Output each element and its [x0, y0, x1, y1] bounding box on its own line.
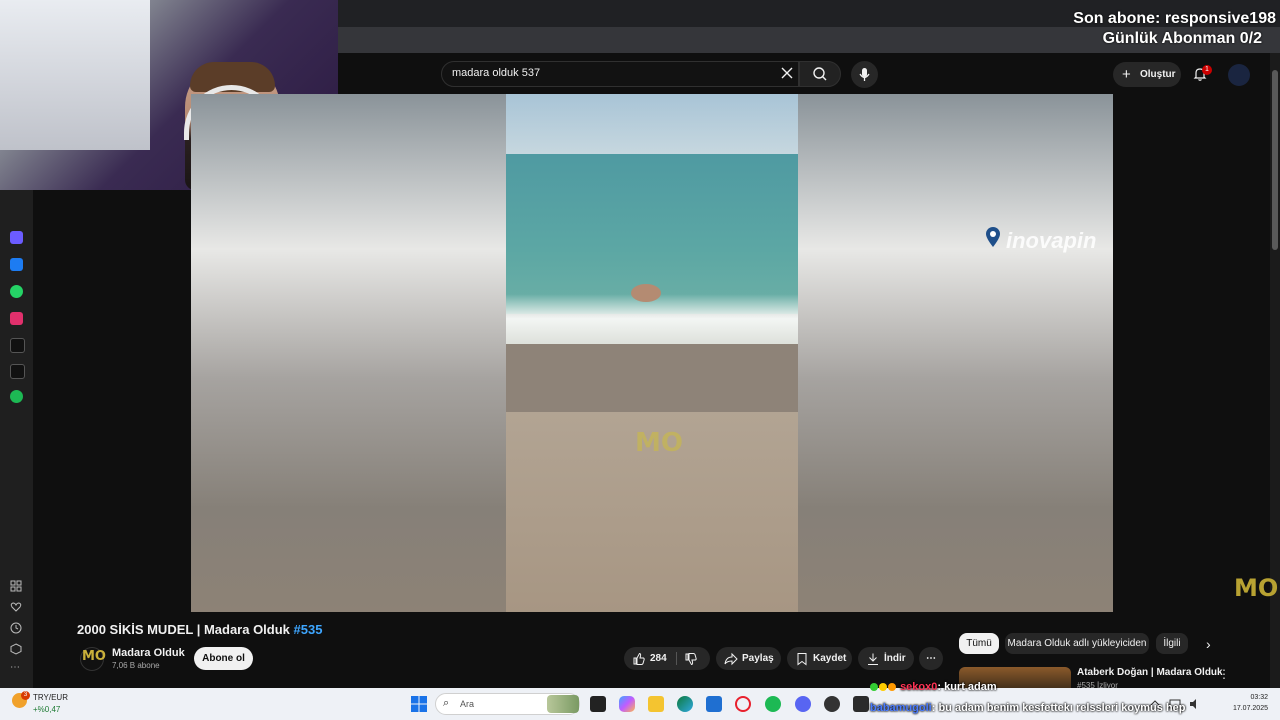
more-horizontal-icon: ⋯ [926, 653, 936, 664]
share-icon [724, 652, 738, 666]
download-button[interactable]: İndir [858, 647, 914, 670]
inovapin-watermark: inovapin [1006, 228, 1097, 253]
channel-logo-watermark: MO [1234, 574, 1279, 602]
copilot-icon[interactable] [10, 231, 23, 244]
opera-icon[interactable] [735, 696, 751, 712]
share-label: Paylaş [742, 653, 774, 664]
video-blur-left [191, 94, 506, 612]
voice-search-button[interactable] [851, 61, 878, 88]
chat-text: : bu adam benim kesfettekı relssleri koy… [931, 702, 1186, 714]
video-wet-sand [506, 344, 798, 414]
save-button[interactable]: Kaydet [787, 647, 852, 670]
video-hashtag[interactable]: #535 [294, 622, 323, 637]
thumbs-down-icon[interactable] [684, 652, 698, 666]
like-dislike-group: 284 [624, 647, 710, 670]
store-icon[interactable] [706, 696, 722, 712]
badge-icon [870, 683, 878, 692]
chip-related[interactable]: İlgili [1156, 633, 1188, 654]
edge-icon[interactable] [677, 696, 693, 712]
chip-from-channel[interactable]: Madara Olduk adlı yükleyiciden [1005, 633, 1149, 654]
video-title-text: 2000 SİKİS MUDEL | Madara Olduk [77, 622, 294, 637]
discord-icon[interactable] [795, 696, 811, 712]
video-frame[interactable] [506, 94, 798, 612]
apps-grid-icon[interactable] [10, 580, 22, 592]
search-icon: ⌕ [443, 697, 450, 709]
search-button[interactable] [799, 61, 841, 87]
chat-text: : kurt adam [937, 681, 997, 693]
chat-message: babamugoli: bu adam benim kesfettekı rel… [870, 702, 1185, 714]
chat-username: babamugoli [870, 702, 932, 714]
chat-message: sekox0: kurt adam [870, 681, 997, 693]
search-icon [813, 67, 827, 81]
spotify-icon[interactable] [10, 390, 23, 403]
badge-icon [879, 683, 887, 692]
task-view-icon[interactable] [590, 696, 606, 712]
search-highlight-icon[interactable] [547, 695, 579, 713]
close-icon[interactable] [779, 65, 795, 81]
share-button[interactable]: Paylaş [716, 647, 781, 670]
more-icon[interactable]: ⋯ [10, 663, 22, 676]
search-query[interactable]: madara olduk 537 [452, 67, 540, 79]
account-avatar[interactable] [1228, 64, 1250, 86]
windows-start-icon[interactable] [411, 696, 427, 712]
microphone-icon [859, 68, 870, 81]
more-actions-button[interactable]: ⋯ [919, 647, 943, 670]
whatsapp-icon[interactable] [10, 285, 23, 298]
taskbar-search-placeholder: Ara [460, 699, 475, 709]
spotify-taskbar-icon[interactable] [765, 696, 781, 712]
tiktok-icon[interactable] [10, 338, 25, 353]
like-count[interactable]: 284 [650, 647, 667, 670]
download-icon [868, 653, 878, 665]
create-button-label: Oluştur [1140, 69, 1176, 80]
copilot-taskbar-icon[interactable] [619, 696, 635, 712]
daily-subscriber-text: Günlük Abonman 0/2 [1102, 30, 1262, 47]
chip-all[interactable]: Tümü [959, 633, 999, 654]
channel-subscriber-count: 7,06 B abone [112, 661, 160, 670]
steam-icon[interactable] [824, 696, 840, 712]
clock-time[interactable]: 03:32 [1232, 694, 1268, 701]
channel-avatar-logo: MO [82, 649, 106, 664]
video-swimmer [631, 284, 661, 302]
video-blur-right [798, 94, 1113, 612]
heart-icon[interactable] [10, 601, 22, 613]
clock-date[interactable]: 17.07.2025 [1226, 705, 1268, 712]
crown-icon [888, 683, 896, 692]
channel-name[interactable]: Madara Olduk [112, 647, 185, 659]
package-icon[interactable] [10, 643, 22, 655]
divider [676, 652, 677, 665]
notification-badge: 1 [1202, 65, 1212, 75]
video-title: 2000 SİKİS MUDEL | Madara Olduk #535 [77, 622, 322, 637]
chat-username: sekox0 [900, 681, 938, 693]
recommended-title[interactable]: Ataberk Doğan | Madara Olduk [1077, 667, 1223, 678]
video-logo-watermark: MO [635, 428, 683, 458]
file-explorer-icon[interactable] [648, 696, 664, 712]
x-icon[interactable] [10, 364, 25, 379]
media-app-icon[interactable] [853, 696, 869, 712]
subscribe-button[interactable]: Abone ol [194, 647, 253, 670]
scrollbar-thumb[interactable] [1272, 70, 1278, 250]
instagram-icon[interactable] [10, 312, 23, 325]
video-waves [506, 294, 798, 349]
chevron-right-icon[interactable]: › [1206, 636, 1211, 652]
bookmark-icon [797, 653, 807, 666]
messenger-icon[interactable] [10, 258, 23, 271]
map-pin-icon [986, 227, 1000, 247]
currency-ticker-value: +%0,47 [33, 705, 61, 714]
history-icon[interactable] [10, 622, 22, 634]
more-vertical-icon[interactable]: ⋮ [1218, 667, 1230, 681]
browser-sidebar: ⋯ [0, 190, 33, 688]
download-label: İndir [884, 653, 906, 664]
webcam-background [0, 0, 150, 150]
currency-ticker-label[interactable]: TRY/EUR [33, 693, 68, 702]
thumbs-up-icon[interactable] [632, 652, 646, 666]
plus-icon: + [1122, 66, 1131, 83]
weather-badge: 3 [21, 691, 30, 700]
save-label: Kaydet [813, 653, 847, 664]
video-sky [506, 94, 798, 154]
last-subscriber-text: Son abone: responsive198 [1073, 10, 1276, 27]
